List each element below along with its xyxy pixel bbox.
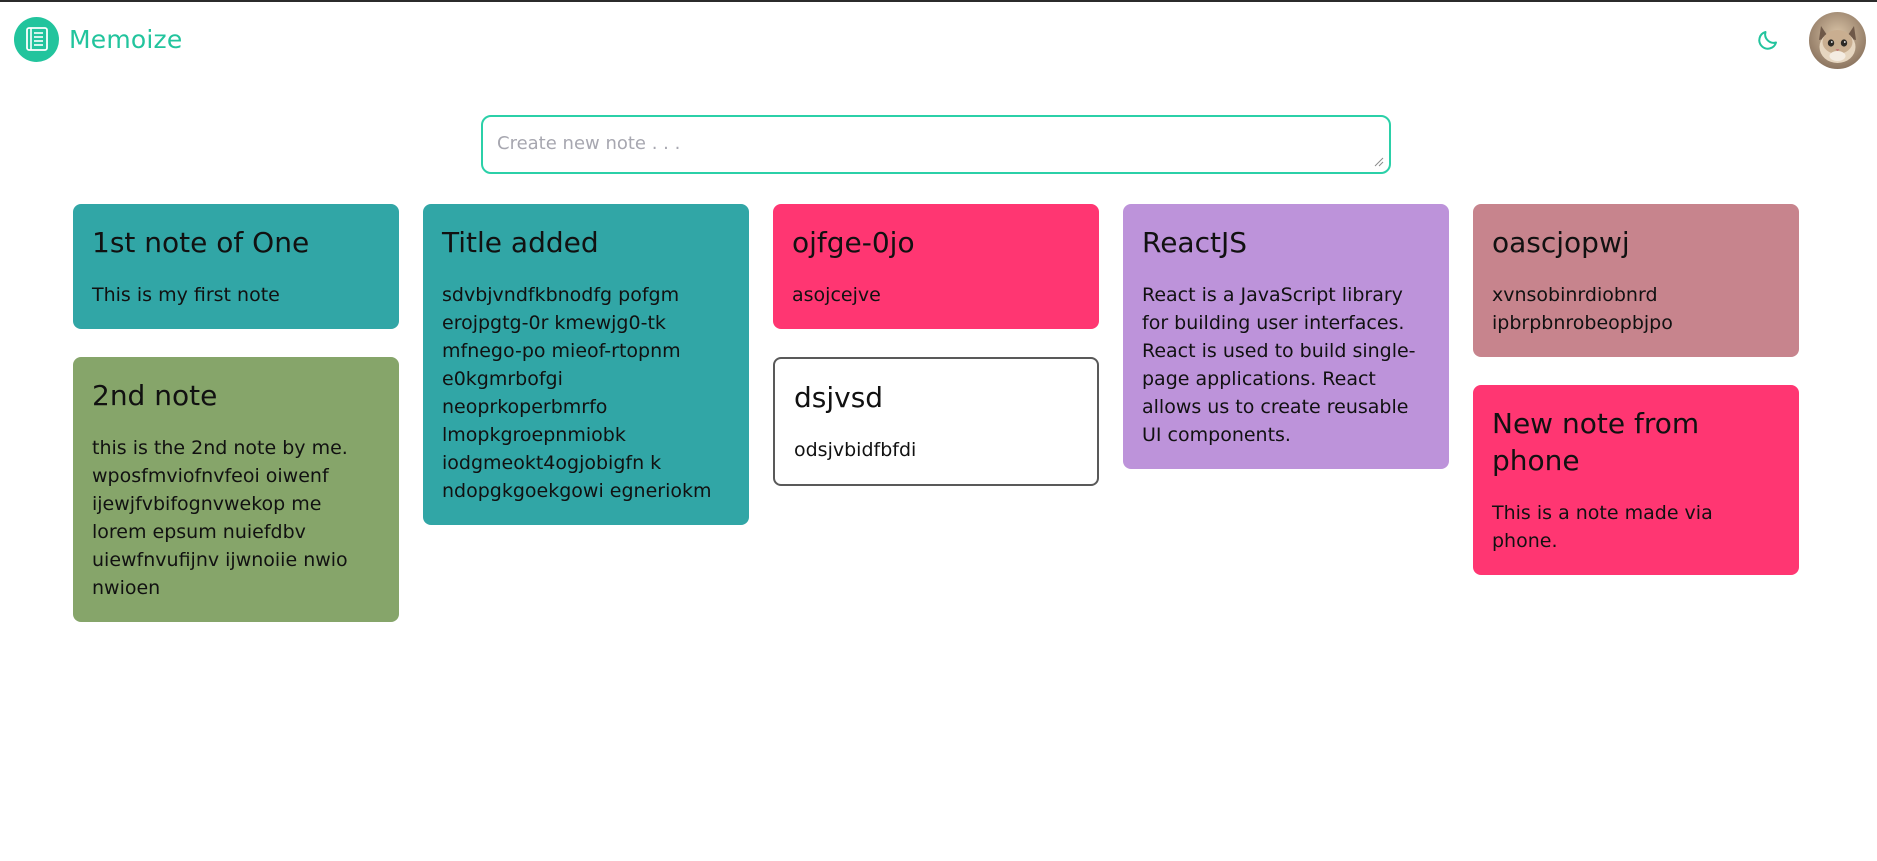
app-name: Memoize <box>69 24 183 54</box>
note-body: odsjvbidfbfdi <box>794 439 917 461</box>
notes-column-4: ReactJS React is a JavaScript library fo… <box>1123 204 1449 497</box>
note-body: this is the 2nd note by me. wposfmviofnv… <box>92 437 348 599</box>
notes-column-2: Title added sdvbjvndfkbnodfg pofgm erojp… <box>423 204 749 553</box>
create-note-field[interactable] <box>481 115 1391 174</box>
note-title: 2nd note <box>92 379 218 412</box>
note-title: ReactJS <box>1142 226 1247 259</box>
note-title: 1st note of One <box>92 226 310 259</box>
brand-home-link[interactable]: Memoize <box>14 16 182 62</box>
note-body: This is a note made via phone. <box>1492 502 1713 552</box>
note-body: sdvbjvndfkbnodfg pofgm erojpgtg-0r kmewj… <box>442 284 712 502</box>
note-body: xvnsobinrdiobnrd ipbrpbnrobeopbjpo <box>1492 284 1673 334</box>
note-title: Title added <box>442 226 599 259</box>
note-card[interactable]: ojfge-0jo asojcejve <box>773 204 1099 329</box>
note-title: ojfge-0jo <box>792 226 915 259</box>
note-body: React is a JavaScript library for buildi… <box>1142 284 1416 446</box>
note-title: oascjopwj <box>1492 226 1630 259</box>
moon-icon <box>1758 31 1777 50</box>
note-card[interactable]: dsjvsd odsjvbidfbfdi <box>773 357 1099 486</box>
note-card[interactable]: New note from phone This is a note made … <box>1473 385 1799 575</box>
note-title: dsjvsd <box>794 381 884 414</box>
note-title: New note from phone <box>1492 407 1700 477</box>
resize-grip-icon[interactable] <box>1372 155 1384 167</box>
note-body: asojcejve <box>792 284 881 306</box>
note-card[interactable]: ReactJS React is a JavaScript library fo… <box>1123 204 1449 469</box>
cat-avatar-icon <box>1809 12 1866 69</box>
note-card[interactable]: 1st note of One This is my first note <box>73 204 399 329</box>
theme-toggle-button[interactable] <box>1754 26 1782 54</box>
note-card[interactable]: oascjopwj xvnsobinrdiobnrd ipbrpbnrobeop… <box>1473 204 1799 357</box>
note-card[interactable]: Title added sdvbjvndfkbnodfg pofgm erojp… <box>423 204 749 525</box>
notebook-list-icon <box>14 16 59 62</box>
create-note-input[interactable] <box>483 117 1389 172</box>
note-body: This is my first note <box>92 284 280 306</box>
note-card[interactable]: 2nd note this is the 2nd note by me. wpo… <box>73 357 399 622</box>
notes-column-1: 1st note of One This is my first note 2n… <box>73 204 399 650</box>
avatar[interactable] <box>1809 12 1866 69</box>
notes-column-3: ojfge-0jo asojcejve dsjvsd odsjvbidfbfdi <box>773 204 1099 514</box>
notes-column-5: oascjopwj xvnsobinrdiobnrd ipbrpbnrobeop… <box>1473 204 1799 603</box>
app-header: Memoize <box>0 2 1877 76</box>
